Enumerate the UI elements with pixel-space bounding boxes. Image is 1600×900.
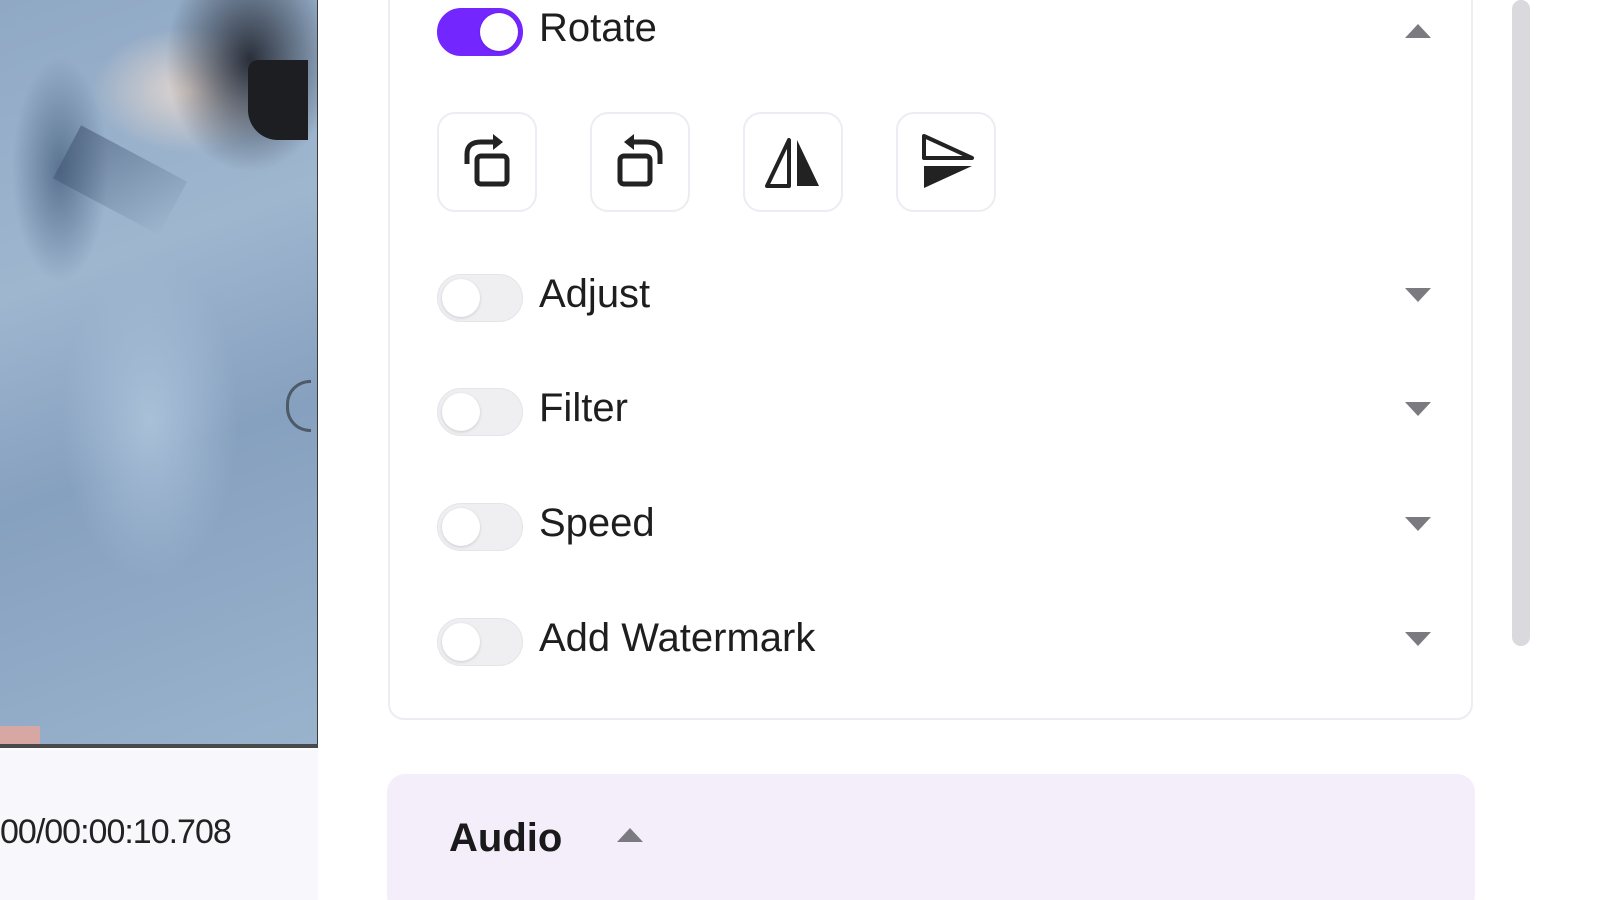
video-frame-detail	[52, 125, 188, 235]
flip-horizontal-button[interactable]	[743, 112, 843, 212]
toggle-knob	[442, 393, 480, 431]
rotate-row: Rotate	[437, 4, 1437, 60]
video-frame-detail	[286, 380, 311, 432]
filter-row: Filter	[437, 384, 1437, 440]
speed-row: Speed	[437, 499, 1437, 555]
expand-speed-icon[interactable]	[1405, 517, 1431, 531]
video-frame-detail	[248, 60, 308, 140]
speed-label: Speed	[539, 501, 655, 545]
toggle-knob	[442, 279, 480, 317]
flip-vertical-button[interactable]	[896, 112, 996, 212]
adjust-row: Adjust	[437, 270, 1437, 326]
timecode-display: 00/00:00:10.708	[0, 813, 232, 851]
collapse-rotate-icon[interactable]	[1405, 24, 1431, 38]
rotate-clockwise-icon	[464, 134, 510, 187]
rotate-label: Rotate	[539, 6, 657, 50]
rotate-clockwise-button[interactable]	[437, 112, 537, 212]
speed-toggle[interactable]	[437, 503, 523, 551]
toggle-knob	[442, 508, 480, 546]
flip-vertical-icon	[922, 134, 974, 188]
rotate-counterclockwise-button[interactable]	[590, 112, 690, 212]
video-frame-detail	[0, 726, 40, 744]
rotate-toggle[interactable]	[437, 8, 523, 56]
video-settings-card	[388, 0, 1473, 720]
adjust-toggle[interactable]	[437, 274, 523, 322]
flip-horizontal-icon	[765, 138, 819, 188]
expand-adjust-icon[interactable]	[1405, 288, 1431, 302]
rotate-counterclockwise-icon	[617, 134, 663, 187]
video-preview[interactable]	[0, 0, 320, 748]
toggle-knob	[480, 13, 518, 51]
filter-toggle[interactable]	[437, 388, 523, 436]
toggle-knob	[442, 623, 480, 661]
watermark-label: Add Watermark	[539, 616, 816, 660]
scrollbar-thumb[interactable]	[1512, 0, 1530, 646]
adjust-label: Adjust	[539, 272, 651, 316]
filter-label: Filter	[539, 386, 628, 430]
watermark-row: Add Watermark	[437, 614, 1437, 670]
expand-filter-icon[interactable]	[1405, 402, 1431, 416]
watermark-toggle[interactable]	[437, 618, 523, 666]
audio-title: Audio	[449, 816, 563, 860]
collapse-audio-icon[interactable]	[617, 828, 643, 842]
expand-watermark-icon[interactable]	[1405, 632, 1431, 646]
editor-window: 00/00:00:10.708 Rotate Adjust Filter Spe…	[0, 0, 1600, 900]
